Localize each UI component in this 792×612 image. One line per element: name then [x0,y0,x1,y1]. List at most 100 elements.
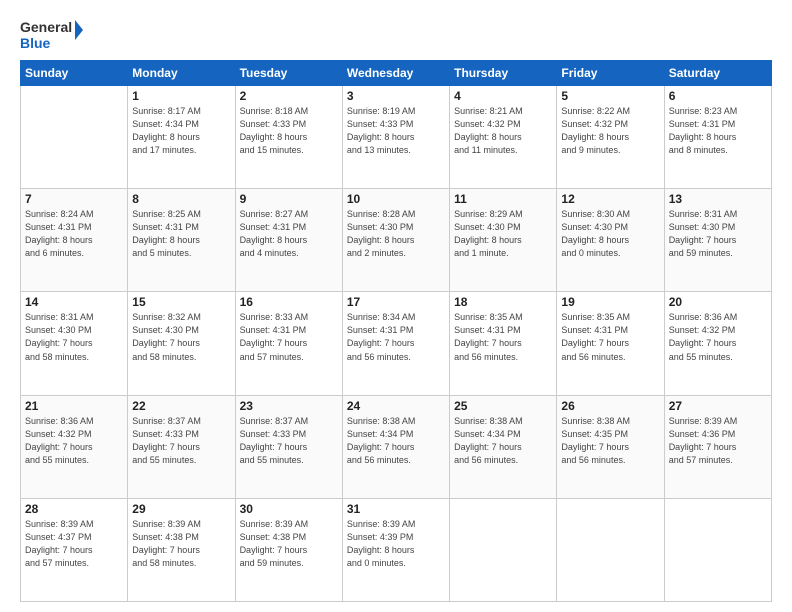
day-info: Sunrise: 8:36 AM Sunset: 4:32 PM Dayligh… [25,415,123,467]
day-info: Sunrise: 8:35 AM Sunset: 4:31 PM Dayligh… [454,311,552,363]
calendar-cell: 26Sunrise: 8:38 AM Sunset: 4:35 PM Dayli… [557,395,664,498]
logo-svg: GeneralBlue [20,16,85,54]
calendar-cell: 7Sunrise: 8:24 AM Sunset: 4:31 PM Daylig… [21,189,128,292]
calendar-cell: 15 Sunrise: 8:32 AM Sunset: 4:30 PM Dayli… [128,292,235,395]
week-row-5: 28 Sunrise: 8:39 AM Sunset: 4:37 PM Dayli… [21,498,772,601]
svg-text:Blue: Blue [20,35,51,51]
week-row-1: 1 Sunrise: 8:17 AM Sunset: 4:34 PM Daylig… [21,86,772,189]
weekday-tuesday: Tuesday [235,61,342,86]
day-info: Sunrise: 8:28 AM Sunset: 4:30 PM Dayligh… [347,208,445,260]
calendar-cell: 21 Sunrise: 8:36 AM Sunset: 4:32 PM Dayli… [21,395,128,498]
day-number: 10 [347,192,445,206]
day-info: Sunrise: 8:39 AM Sunset: 4:38 PM Dayligh… [132,518,230,570]
day-number: 9 [240,192,338,206]
header: GeneralBlue [20,16,772,54]
day-info: Sunrise: 8:33 AM Sunset: 4:31 PM Dayligh… [240,311,338,363]
day-info: Sunrise: 8:27 AM Sunset: 4:31 PM Dayligh… [240,208,338,260]
day-number: 1 [132,89,230,103]
day-info: Sunrise: 8:39 AM Sunset: 4:38 PM Dayligh… [240,518,338,570]
weekday-saturday: Saturday [664,61,771,86]
weekday-header-row: SundayMondayTuesdayWednesdayThursdayFrid… [21,61,772,86]
day-info: Sunrise: 8:19 AM Sunset: 4:33 PM Dayligh… [347,105,445,157]
calendar-cell: 16 Sunrise: 8:33 AM Sunset: 4:31 PM Dayli… [235,292,342,395]
calendar-cell: 2 Sunrise: 8:18 AM Sunset: 4:33 PM Daylig… [235,86,342,189]
day-info: Sunrise: 8:32 AM Sunset: 4:30 PM Dayligh… [132,311,230,363]
day-number: 31 [347,502,445,516]
day-number: 4 [454,89,552,103]
day-info: Sunrise: 8:17 AM Sunset: 4:34 PM Dayligh… [132,105,230,157]
day-info: Sunrise: 8:37 AM Sunset: 4:33 PM Dayligh… [240,415,338,467]
calendar-cell: 22 Sunrise: 8:37 AM Sunset: 4:33 PM Dayli… [128,395,235,498]
calendar-cell [557,498,664,601]
day-number: 22 [132,399,230,413]
day-number: 6 [669,89,767,103]
calendar-cell: 9 Sunrise: 8:27 AM Sunset: 4:31 PM Daylig… [235,189,342,292]
day-number: 19 [561,295,659,309]
calendar-cell: 1 Sunrise: 8:17 AM Sunset: 4:34 PM Daylig… [128,86,235,189]
weekday-thursday: Thursday [450,61,557,86]
calendar-cell: 25 Sunrise: 8:38 AM Sunset: 4:34 PM Dayli… [450,395,557,498]
day-info: Sunrise: 8:29 AM Sunset: 4:30 PM Dayligh… [454,208,552,260]
calendar-cell: 20Sunrise: 8:36 AM Sunset: 4:32 PM Dayli… [664,292,771,395]
calendar-cell: 27 Sunrise: 8:39 AM Sunset: 4:36 PM Dayli… [664,395,771,498]
calendar-cell: 17Sunrise: 8:34 AM Sunset: 4:31 PM Dayli… [342,292,449,395]
calendar-cell: 24 Sunrise: 8:38 AM Sunset: 4:34 PM Dayli… [342,395,449,498]
week-row-4: 21 Sunrise: 8:36 AM Sunset: 4:32 PM Dayli… [21,395,772,498]
calendar-cell: 3 Sunrise: 8:19 AM Sunset: 4:33 PM Daylig… [342,86,449,189]
day-info: Sunrise: 8:39 AM Sunset: 4:37 PM Dayligh… [25,518,123,570]
day-number: 18 [454,295,552,309]
day-info: Sunrise: 8:39 AM Sunset: 4:36 PM Dayligh… [669,415,767,467]
day-info: Sunrise: 8:18 AM Sunset: 4:33 PM Dayligh… [240,105,338,157]
day-number: 27 [669,399,767,413]
day-info: Sunrise: 8:23 AM Sunset: 4:31 PM Dayligh… [669,105,767,157]
day-info: Sunrise: 8:35 AM Sunset: 4:31 PM Dayligh… [561,311,659,363]
calendar-cell [664,498,771,601]
day-number: 24 [347,399,445,413]
day-number: 16 [240,295,338,309]
weekday-monday: Monday [128,61,235,86]
weekday-sunday: Sunday [21,61,128,86]
day-number: 5 [561,89,659,103]
day-info: Sunrise: 8:25 AM Sunset: 4:31 PM Dayligh… [132,208,230,260]
day-number: 13 [669,192,767,206]
week-row-3: 14Sunrise: 8:31 AM Sunset: 4:30 PM Dayli… [21,292,772,395]
weekday-friday: Friday [557,61,664,86]
day-number: 11 [454,192,552,206]
calendar-cell: 4 Sunrise: 8:21 AM Sunset: 4:32 PM Daylig… [450,86,557,189]
day-info: Sunrise: 8:37 AM Sunset: 4:33 PM Dayligh… [132,415,230,467]
calendar-cell: 8Sunrise: 8:25 AM Sunset: 4:31 PM Daylig… [128,189,235,292]
day-number: 15 [132,295,230,309]
day-number: 3 [347,89,445,103]
calendar-cell: 14Sunrise: 8:31 AM Sunset: 4:30 PM Dayli… [21,292,128,395]
day-number: 28 [25,502,123,516]
calendar-cell [21,86,128,189]
day-number: 7 [25,192,123,206]
day-info: Sunrise: 8:38 AM Sunset: 4:34 PM Dayligh… [347,415,445,467]
calendar-cell: 6 Sunrise: 8:23 AM Sunset: 4:31 PM Daylig… [664,86,771,189]
day-info: Sunrise: 8:39 AM Sunset: 4:39 PM Dayligh… [347,518,445,570]
calendar-cell: 13Sunrise: 8:31 AM Sunset: 4:30 PM Dayli… [664,189,771,292]
day-number: 17 [347,295,445,309]
day-info: Sunrise: 8:22 AM Sunset: 4:32 PM Dayligh… [561,105,659,157]
calendar-cell: 12Sunrise: 8:30 AM Sunset: 4:30 PM Dayli… [557,189,664,292]
calendar-cell: 23 Sunrise: 8:37 AM Sunset: 4:33 PM Dayli… [235,395,342,498]
day-number: 2 [240,89,338,103]
day-number: 14 [25,295,123,309]
logo: GeneralBlue [20,16,85,54]
day-number: 20 [669,295,767,309]
day-number: 21 [25,399,123,413]
calendar-cell: 30 Sunrise: 8:39 AM Sunset: 4:38 PM Dayli… [235,498,342,601]
day-number: 25 [454,399,552,413]
calendar-cell: 29Sunrise: 8:39 AM Sunset: 4:38 PM Dayli… [128,498,235,601]
page: GeneralBlue SundayMondayTuesdayWednesday… [0,0,792,612]
calendar-cell: 10 Sunrise: 8:28 AM Sunset: 4:30 PM Dayli… [342,189,449,292]
calendar-table: SundayMondayTuesdayWednesdayThursdayFrid… [20,60,772,602]
day-info: Sunrise: 8:21 AM Sunset: 4:32 PM Dayligh… [454,105,552,157]
calendar-cell: 5 Sunrise: 8:22 AM Sunset: 4:32 PM Daylig… [557,86,664,189]
day-number: 23 [240,399,338,413]
day-number: 30 [240,502,338,516]
calendar-cell [450,498,557,601]
day-info: Sunrise: 8:38 AM Sunset: 4:34 PM Dayligh… [454,415,552,467]
week-row-2: 7Sunrise: 8:24 AM Sunset: 4:31 PM Daylig… [21,189,772,292]
calendar-cell: 11 Sunrise: 8:29 AM Sunset: 4:30 PM Dayli… [450,189,557,292]
